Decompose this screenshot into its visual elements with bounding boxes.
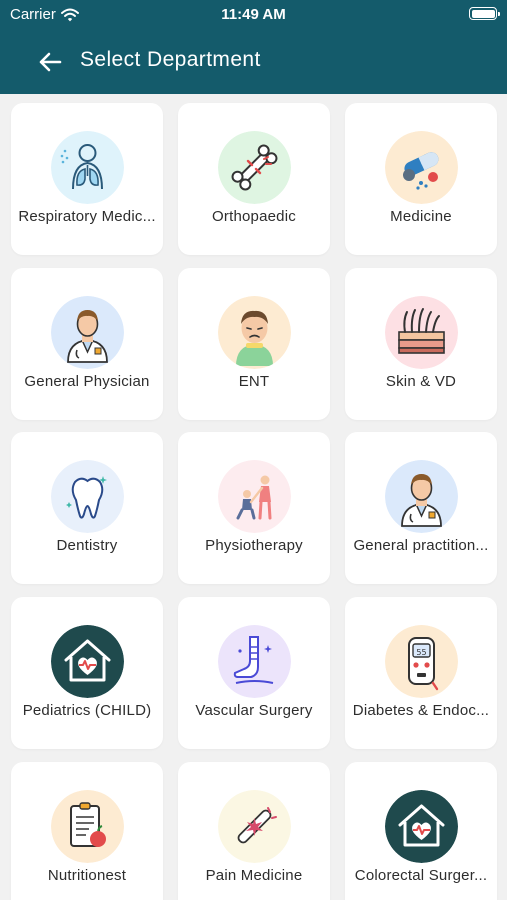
status-time: 11:49 AM (221, 6, 286, 23)
arrow-left-icon (39, 52, 62, 72)
status-bar: Carrier 11:49 AM (0, 0, 507, 30)
department-card-dentistry[interactable]: Dentistry (11, 432, 163, 584)
page-title: Select Department (80, 48, 261, 71)
department-card-orthopaedic[interactable]: Orthopaedic (178, 103, 330, 255)
department-card-physiotherapy[interactable]: Physiotherapy (178, 432, 330, 584)
sick-person-icon (218, 296, 291, 369)
department-label: Physiotherapy (205, 537, 303, 554)
doctor-icon (51, 296, 124, 369)
department-label: Skin & VD (385, 373, 457, 390)
department-label: Pain Medicine (205, 867, 303, 884)
department-label: Medicine (390, 208, 452, 225)
physio-icon (218, 460, 291, 533)
department-card-pediatrics[interactable]: Pediatrics (CHILD) (11, 597, 163, 749)
department-label: Respiratory Medic... (18, 208, 156, 225)
department-label: Pediatrics (CHILD) (22, 702, 152, 719)
department-card-ent[interactable]: ENT (178, 268, 330, 420)
nav-bar: Select Department (0, 40, 507, 84)
department-label: Colorectal Surger... (354, 867, 488, 884)
joint-pain-icon (218, 790, 291, 863)
department-label: Diabetes & Endoc... (352, 702, 490, 719)
clinic-house-icon (385, 790, 458, 863)
lungs-icon (51, 131, 124, 204)
department-label: Dentistry (56, 537, 118, 554)
back-button[interactable] (34, 46, 66, 78)
department-card-vascular-surgery[interactable]: Vascular Surgery (178, 597, 330, 749)
department-card-respiratory[interactable]: Respiratory Medic... (11, 103, 163, 255)
department-card-colorectal-surgery[interactable]: Colorectal Surger... (345, 762, 497, 900)
department-card-pain-medicine[interactable]: Pain Medicine (178, 762, 330, 900)
department-label: General Physician (24, 373, 150, 390)
department-label: Nutritionest (47, 867, 127, 884)
department-card-nutritionist[interactable]: Nutritionest (11, 762, 163, 900)
tooth-icon (51, 460, 124, 533)
department-card-diabetes[interactable]: 55 Diabetes & Endoc... (345, 597, 497, 749)
leg-bandage-icon (218, 625, 291, 698)
department-card-general-practitioner[interactable]: General practition... (345, 432, 497, 584)
app-header: Carrier 11:49 AM Select Department (0, 0, 507, 94)
battery-icon (469, 7, 500, 20)
skin-layers-icon (385, 296, 458, 369)
bone-icon (218, 131, 291, 204)
department-label: Vascular Surgery (195, 702, 313, 719)
clinic-house-icon (51, 625, 124, 698)
department-card-general-physician[interactable]: General Physician (11, 268, 163, 420)
department-card-skin-vd[interactable]: Skin & VD (345, 268, 497, 420)
department-label: Orthopaedic (212, 208, 296, 225)
svg-text:55: 55 (416, 648, 426, 657)
diet-clipboard-icon (51, 790, 124, 863)
doctor-icon (385, 460, 458, 533)
pills-icon (385, 131, 458, 204)
glucometer-icon: 55 (385, 625, 458, 698)
department-card-medicine[interactable]: Medicine (345, 103, 497, 255)
department-label: General practition... (353, 537, 489, 554)
department-label: ENT (238, 373, 270, 390)
